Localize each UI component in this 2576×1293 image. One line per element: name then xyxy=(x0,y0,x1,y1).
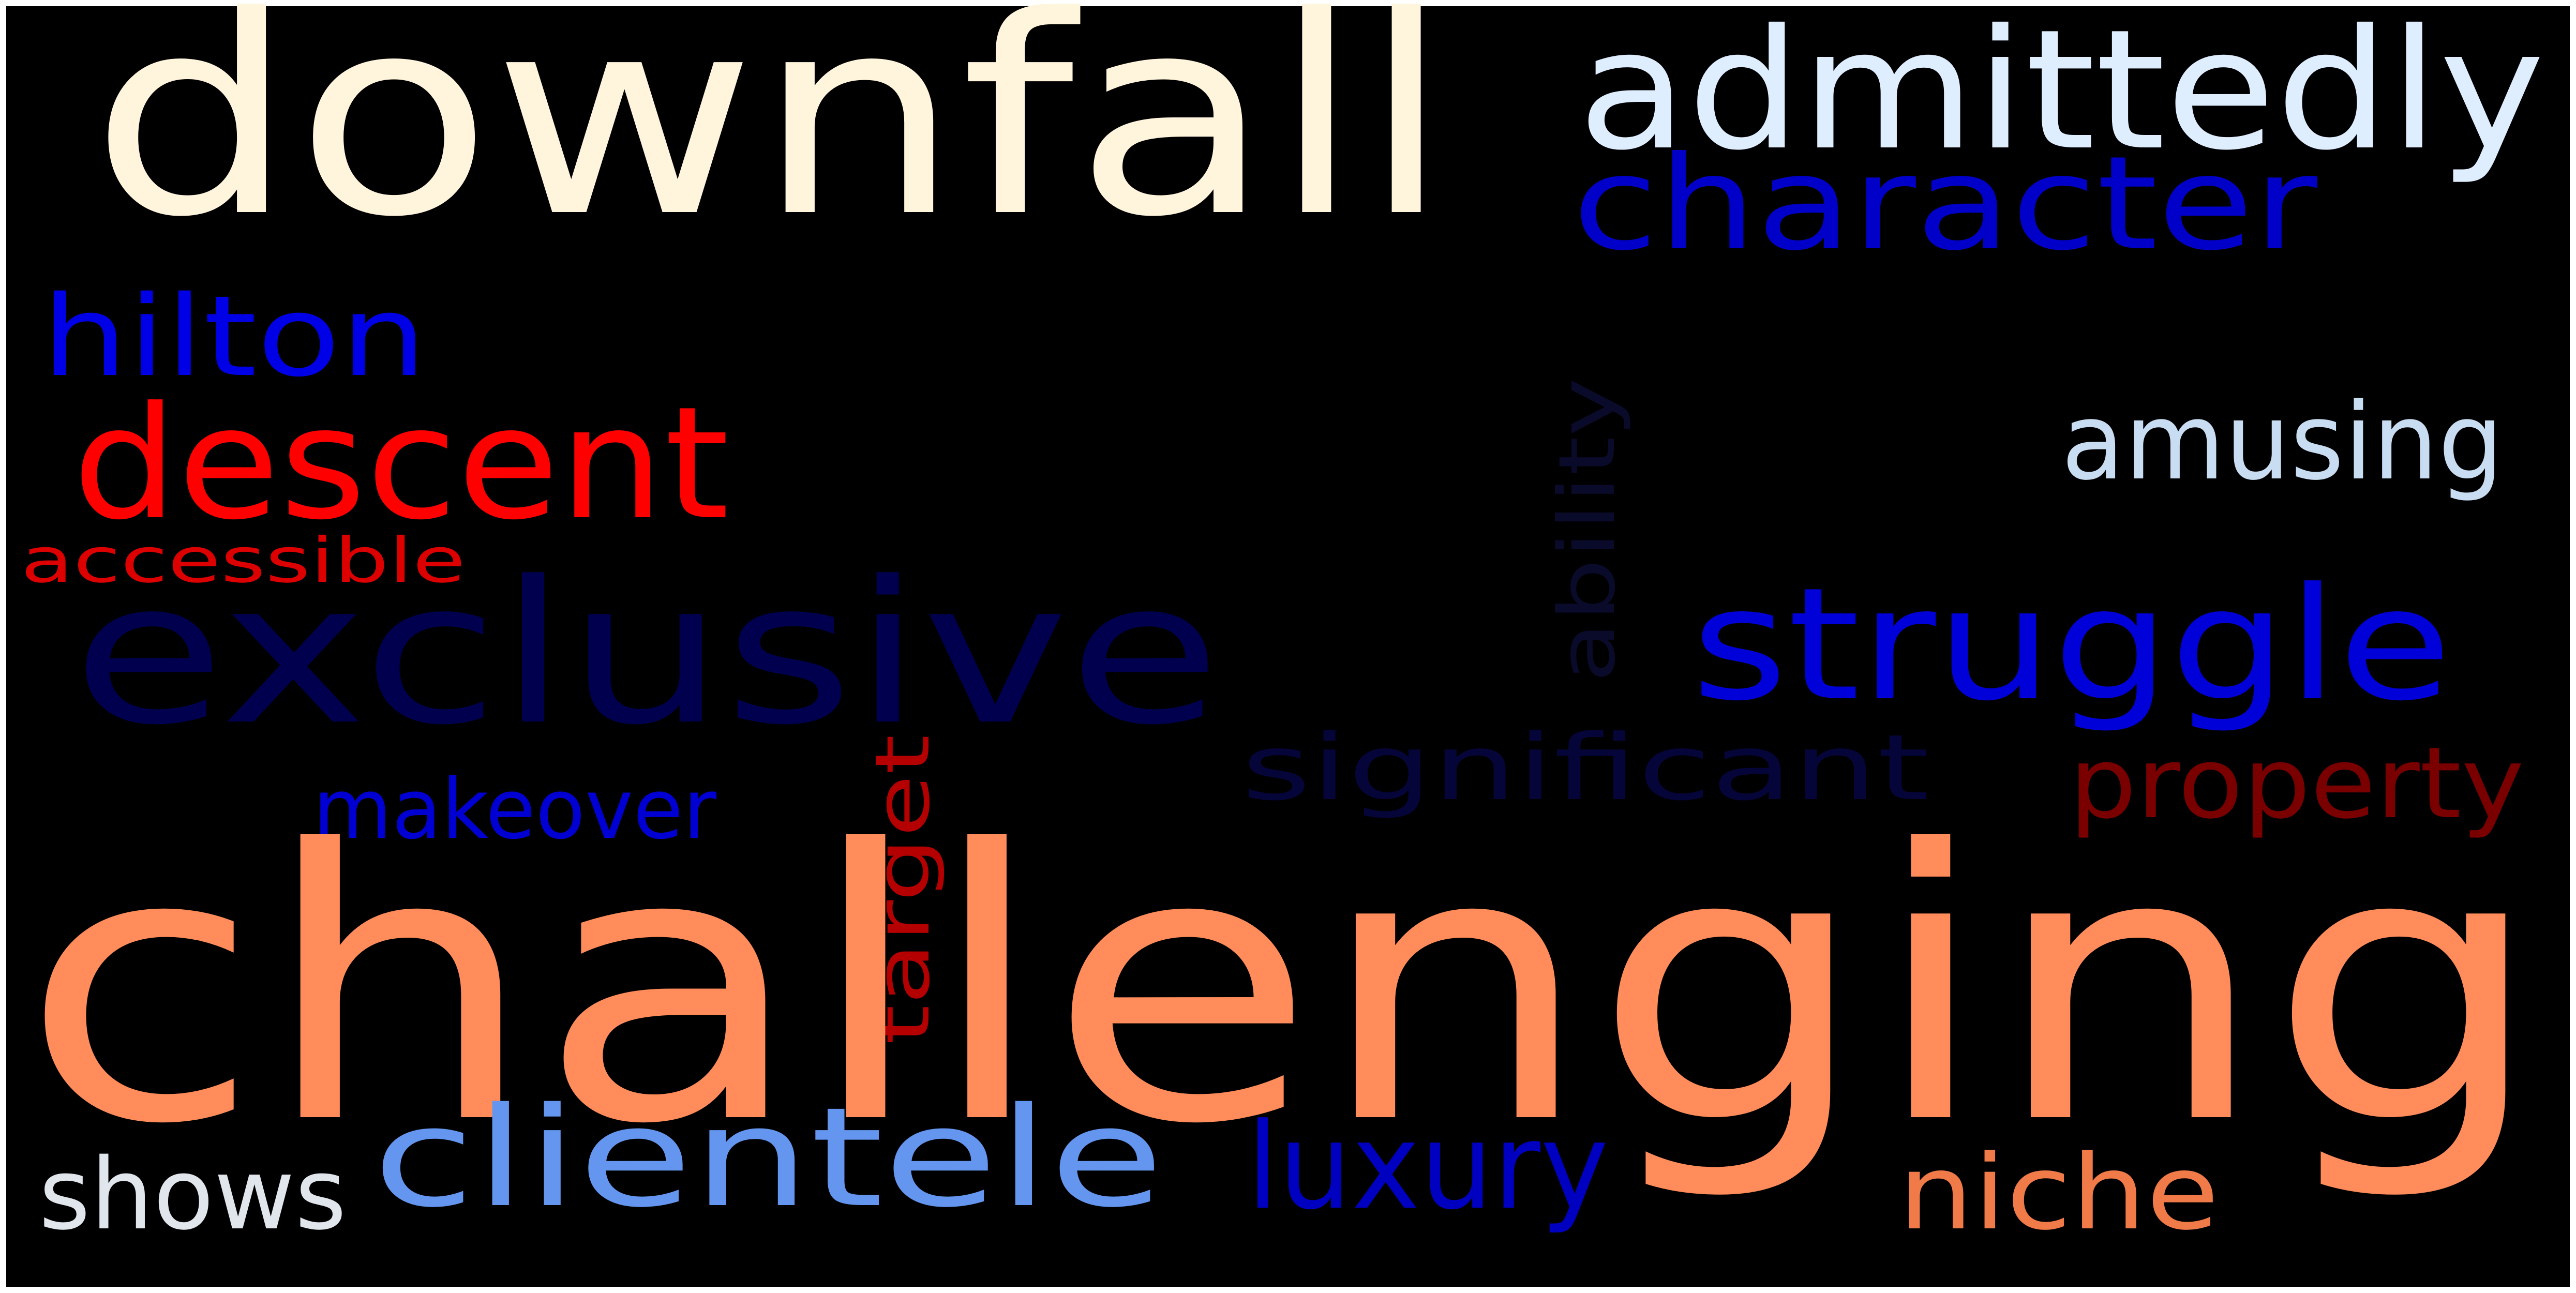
word-ability: ability xyxy=(1542,378,1633,683)
word-downfall: downfall xyxy=(91,0,1451,277)
word-character: character xyxy=(1572,128,2317,279)
word-luxury: luxury xyxy=(1247,1098,1609,1236)
word-amusing: amusing xyxy=(2061,381,2504,504)
word-struggle: struggle xyxy=(1691,554,2452,735)
word-cloud: downfall admittedly character hilton des… xyxy=(0,0,2576,1293)
word-shows: shows xyxy=(39,1137,347,1252)
word-clientele: clientele xyxy=(372,1078,1164,1238)
word-niche: niche xyxy=(1898,1133,2219,1253)
word-exclusive: exclusive xyxy=(72,539,1221,768)
